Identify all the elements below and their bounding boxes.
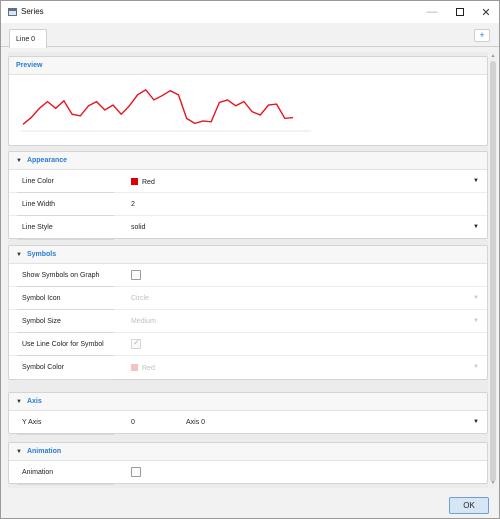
caret-down-icon: ▼ [16, 449, 22, 455]
line-width-label: Line Width [22, 201, 56, 208]
dropdown-arrow-icon[interactable]: ▼ [473, 178, 479, 184]
appearance-header[interactable]: ▼ Appearance [9, 152, 487, 170]
symbol-size-row: Symbol Size Medium ▼ [9, 310, 487, 333]
preview-chart [21, 88, 311, 132]
symbols-title: Symbols [26, 251, 57, 258]
vertical-scrollbar[interactable]: ▲ ▼ [489, 52, 497, 488]
preview-title: Preview [16, 62, 43, 69]
y-axis-row[interactable]: Y Axis 0 Axis 0 ▼ [9, 411, 487, 435]
show-symbols-checkbox[interactable] [131, 270, 141, 280]
preview-series-line [22, 88, 294, 125]
show-symbols-label: Show Symbols on Graph [22, 272, 100, 279]
symbol-color-text: Red [142, 365, 155, 372]
ok-button[interactable]: OK [449, 497, 489, 514]
red-swatch-icon [131, 178, 138, 185]
symbol-icon-label: Symbol Icon [22, 295, 61, 302]
animation-row: Animation [9, 461, 487, 485]
symbol-size-label: Symbol Size [22, 318, 61, 325]
settings-panel: Preview ▼ Appearance Line Color Red ▼ Lin… [8, 52, 488, 488]
line-color-value[interactable]: Red [131, 178, 155, 186]
symbol-color-row: Symbol Color Red ▼ [9, 356, 487, 380]
symbols-section: ▼ Symbols Show Symbols on Graph Symbol Ic… [8, 245, 488, 380]
symbol-size-value: Medium [131, 318, 156, 325]
axis-section: ▼ Axis Y Axis 0 Axis 0 ▼ [8, 392, 488, 435]
window-title: Series [21, 7, 44, 16]
maximize-icon [456, 8, 464, 16]
title-bar: Series — ✕ [1, 1, 499, 23]
checkmark-icon: ✓ [133, 337, 141, 347]
window-icon [8, 8, 17, 16]
preview-header: Preview [9, 57, 487, 75]
line-color-text: Red [142, 179, 155, 186]
preview-section: Preview [8, 56, 488, 146]
scroll-down-icon[interactable]: ▼ [489, 480, 497, 487]
line-color-label: Line Color [22, 178, 54, 185]
symbol-icon-value: Circle [131, 295, 149, 302]
close-icon: ✕ [481, 6, 491, 19]
use-line-color-row: Use Line Color for Symbol ✓ [9, 333, 487, 356]
use-line-color-checkbox: ✓ [131, 337, 141, 349]
minimize-button[interactable]: — [419, 1, 445, 23]
axis-title: Axis [26, 398, 42, 405]
y-axis-index[interactable]: 0 [131, 419, 135, 426]
minimize-icon: — [426, 6, 438, 18]
line-color-row[interactable]: Line Color Red ▼ [9, 170, 487, 193]
animation-header[interactable]: ▼ Animation [9, 443, 487, 461]
line-width-row[interactable]: Line Width 2 [9, 193, 487, 216]
animation-label: Animation [22, 469, 54, 476]
symbol-color-value: Red [131, 364, 155, 372]
caret-down-icon: ▼ [16, 399, 22, 405]
symbol-color-label: Symbol Color [22, 364, 65, 371]
line-style-value[interactable]: solid [131, 224, 145, 231]
scrollbar-thumb[interactable] [490, 61, 496, 482]
caret-down-icon: ▼ [16, 158, 22, 164]
close-button[interactable]: ✕ [473, 1, 499, 23]
dropdown-arrow-icon: ▼ [473, 364, 479, 370]
animation-section: ▼ Animation Animation [8, 442, 488, 485]
appearance-section: ▼ Appearance Line Color Red ▼ Line Width … [8, 151, 488, 240]
dropdown-arrow-icon[interactable]: ▼ [473, 224, 479, 230]
caret-down-icon: ▼ [16, 252, 22, 258]
appearance-title: Appearance [26, 157, 68, 164]
use-line-color-label: Use Line Color for Symbol [22, 341, 104, 348]
scroll-up-icon[interactable]: ▲ [489, 53, 497, 60]
y-axis-label: Y Axis [22, 419, 42, 426]
animation-checkbox[interactable] [131, 467, 141, 477]
dropdown-arrow-icon: ▼ [473, 318, 479, 324]
symbols-header[interactable]: ▼ Symbols [9, 246, 487, 264]
line-style-row[interactable]: Line Style solid ▼ [9, 216, 487, 240]
dropdown-arrow-icon[interactable]: ▼ [473, 419, 479, 425]
line-style-label: Line Style [22, 224, 53, 231]
symbol-icon-row: Symbol Icon Circle ▼ [9, 287, 487, 310]
maximize-button[interactable] [447, 1, 473, 23]
line-width-field[interactable]: 2 [131, 201, 135, 208]
add-tab-button[interactable]: + [474, 29, 490, 42]
y-axis-select[interactable]: Axis 0 [186, 419, 205, 426]
red-swatch-icon [131, 364, 138, 371]
show-symbols-row: Show Symbols on Graph [9, 264, 487, 287]
dropdown-arrow-icon: ▼ [473, 295, 479, 301]
tab-line-0[interactable]: Line 0 [9, 29, 47, 48]
tab-bar: Line 0 + [1, 23, 499, 48]
axis-header[interactable]: ▼ Axis [9, 393, 487, 411]
animation-title: Animation [26, 448, 62, 455]
